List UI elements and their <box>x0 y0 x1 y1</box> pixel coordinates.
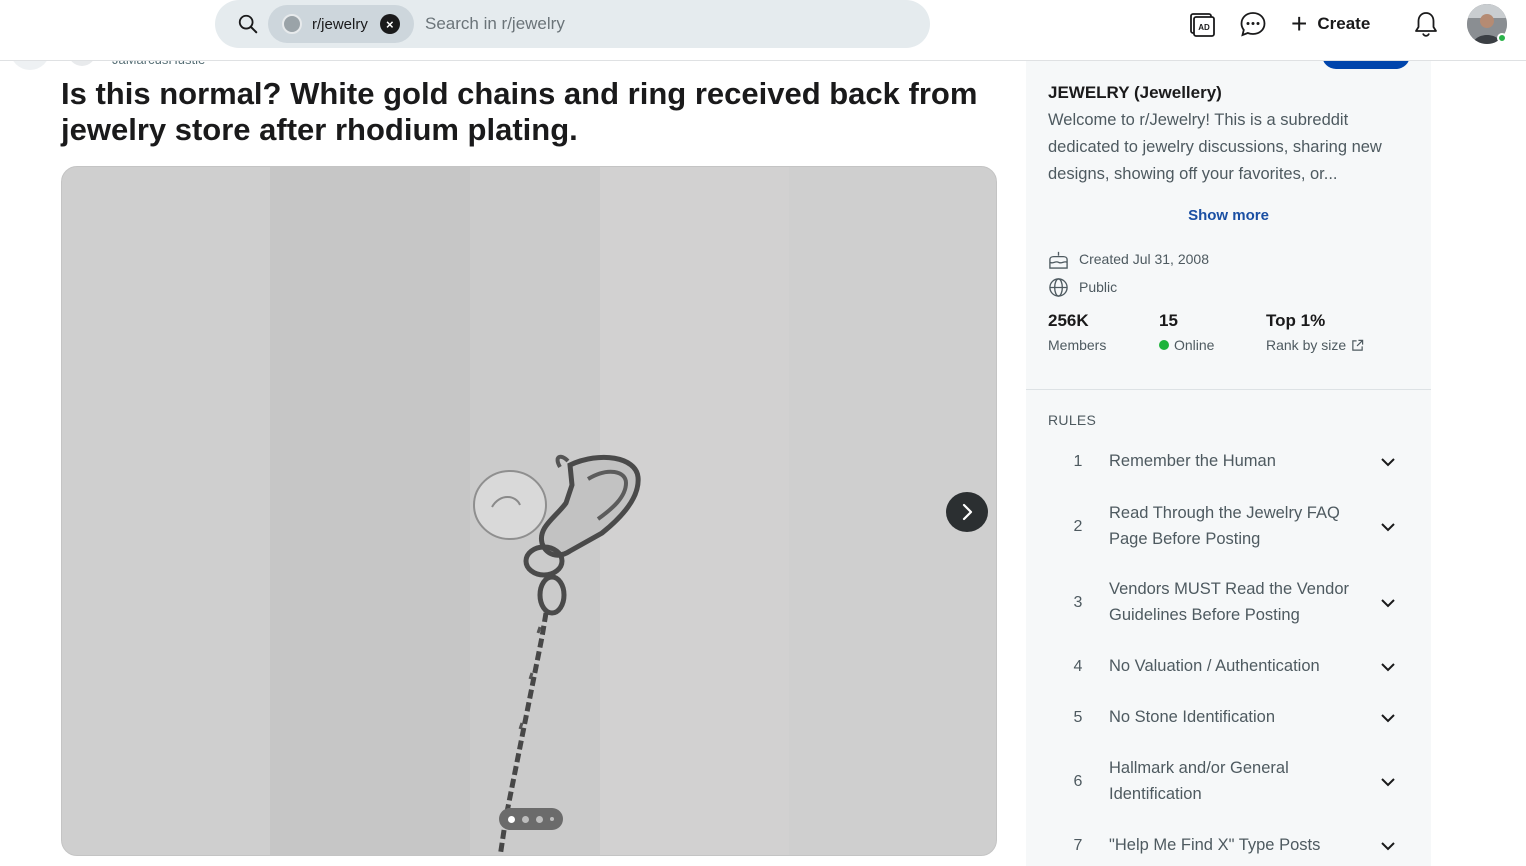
rule-item[interactable]: 6 Hallmark and/or General Identification <box>1048 756 1413 807</box>
create-button[interactable]: + Create <box>1291 10 1370 38</box>
search-input[interactable]: Search in r/jewelry <box>425 14 565 34</box>
post-title: Is this normal? White gold chains and ri… <box>61 76 978 147</box>
rule-number: 3 <box>1073 593 1083 611</box>
rule-text: No Valuation / Authentication <box>1109 657 1320 675</box>
online-status-dot <box>1497 33 1507 43</box>
chevron-down-icon[interactable] <box>1379 594 1397 612</box>
created-date: Created Jul 31, 2008 <box>1079 251 1209 267</box>
community-chip-label: r/jewelry <box>312 15 368 33</box>
members-count: 256K <box>1048 311 1089 330</box>
rank-stat[interactable]: Top 1% Rank by size <box>1266 311 1364 353</box>
chevron-down-icon[interactable] <box>1379 453 1397 471</box>
gallery-dot[interactable] <box>536 815 543 823</box>
top-header: r/jewelry × Search in r/jewelry AD + Cre… <box>0 0 1526 61</box>
community-description: Welcome to r/Jewelry! This is a subreddi… <box>1048 111 1382 183</box>
visibility-label: Public <box>1079 279 1118 295</box>
rank-label: Rank by size <box>1266 337 1347 353</box>
rules-heading: RULES <box>1048 412 1097 428</box>
close-icon[interactable]: × <box>379 14 400 34</box>
rule-number: 4 <box>1073 657 1083 675</box>
online-label: Online <box>1174 337 1215 353</box>
members-stat: 256K Members <box>1048 311 1106 353</box>
advertise-icon[interactable]: AD <box>1188 10 1216 38</box>
rule-number: 1 <box>1073 452 1083 470</box>
online-count: 15 <box>1159 311 1178 330</box>
gallery-next-button[interactable] <box>946 492 988 532</box>
chevron-down-icon[interactable] <box>1379 709 1397 727</box>
rule-text: Remember the Human <box>1109 452 1276 470</box>
sidebar-divider <box>1026 389 1431 390</box>
rule-number: 5 <box>1073 708 1083 726</box>
search-community-chip[interactable]: r/jewelry × <box>268 5 414 43</box>
create-label: Create <box>1317 14 1371 33</box>
globe-icon <box>1049 277 1068 297</box>
external-link-icon <box>1352 339 1364 351</box>
rule-number: 6 <box>1073 772 1083 790</box>
rule-item[interactable]: 2 Read Through the Jewelry FAQ Page Befo… <box>1048 501 1413 552</box>
search-icon <box>238 14 258 34</box>
gallery-dot[interactable] <box>522 815 529 823</box>
rule-item[interactable]: 1 Remember the Human <box>1048 449 1413 475</box>
rule-item[interactable]: 5 No Stone Identification <box>1048 705 1413 731</box>
visibility-row: Public <box>1048 276 1117 298</box>
rule-number: 7 <box>1073 836 1083 854</box>
search-bar[interactable]: r/jewelry × Search in r/jewelry <box>215 0 930 48</box>
rule-text: "Help Me Find X" Type Posts <box>1109 836 1321 854</box>
rule-number: 2 <box>1073 517 1083 535</box>
rule-text: No Stone Identification <box>1109 708 1276 726</box>
created-row: Created Jul 31, 2008 <box>1048 248 1209 270</box>
chevron-down-icon[interactable] <box>1379 837 1397 855</box>
community-name: JEWELRY (Jewellery) <box>1048 83 1222 102</box>
post-image <box>270 167 789 855</box>
gallery-dot[interactable] <box>550 817 554 821</box>
rule-text: Read Through the Jewelry FAQ Page Before… <box>1109 504 1340 548</box>
rule-text: Hallmark and/or General Identification <box>1109 759 1289 803</box>
rule-item[interactable]: 4 No Valuation / Authentication <box>1048 654 1413 680</box>
rule-item[interactable]: 7 "Help Me Find X" Type Posts <box>1048 833 1413 859</box>
gallery-dot-active[interactable] <box>508 815 515 823</box>
online-stat: 15 Online <box>1159 311 1214 353</box>
plus-icon: + <box>1291 8 1308 39</box>
chain-clasp-photo <box>270 167 789 855</box>
rule-item[interactable]: 3 Vendors MUST Read the Vendor Guideline… <box>1048 577 1413 628</box>
members-label: Members <box>1048 337 1107 353</box>
chat-icon[interactable] <box>1239 10 1267 38</box>
community-chip-avatar <box>282 14 302 34</box>
online-indicator-dot <box>1159 340 1169 350</box>
svg-text:AD: AD <box>1198 23 1210 32</box>
rank-value: Top 1% <box>1266 311 1326 330</box>
rule-text: Vendors MUST Read the Vendor Guidelines … <box>1109 580 1350 624</box>
show-more-link[interactable]: Show more <box>1026 207 1431 224</box>
chevron-down-icon[interactable] <box>1379 773 1397 791</box>
gallery-pagination-dots <box>499 808 563 830</box>
post-image-gallery[interactable] <box>61 166 997 856</box>
chevron-right-icon <box>962 503 973 521</box>
bell-icon[interactable] <box>1412 10 1440 38</box>
chevron-down-icon[interactable] <box>1379 658 1397 676</box>
chevron-down-icon[interactable] <box>1379 518 1397 536</box>
cake-icon <box>1049 251 1068 269</box>
